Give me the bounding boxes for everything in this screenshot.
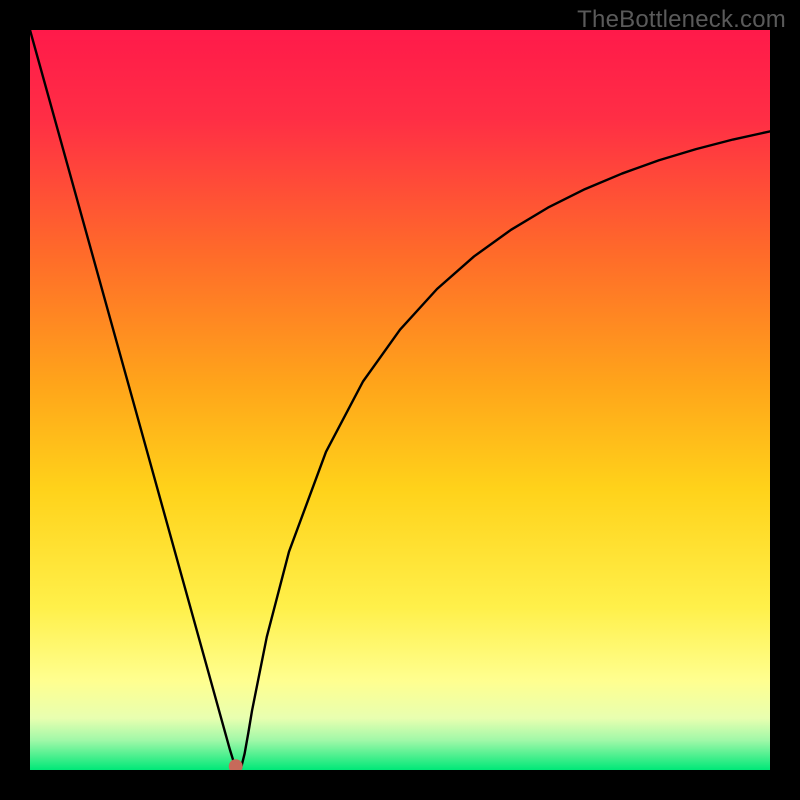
chart-svg (30, 30, 770, 770)
chart-frame: TheBottleneck.com (0, 0, 800, 800)
plot-area (30, 30, 770, 770)
gradient-background (30, 30, 770, 770)
watermark-text: TheBottleneck.com (577, 6, 786, 34)
